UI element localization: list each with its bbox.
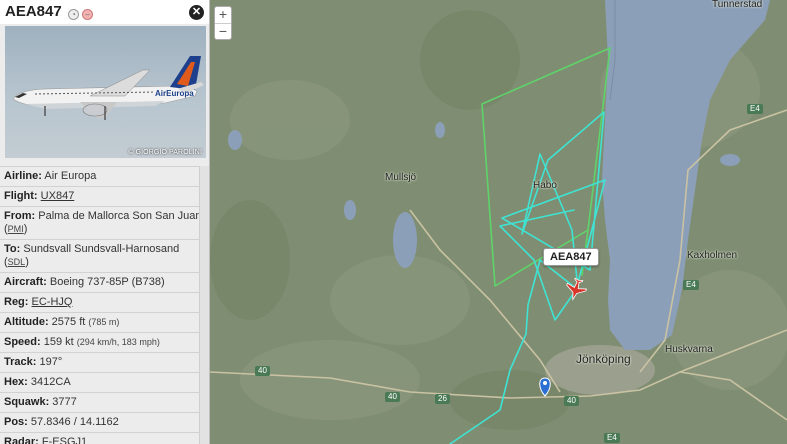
- close-button[interactable]: ✕: [189, 5, 204, 20]
- flight-callsign-title: AEA847: [5, 3, 62, 20]
- speed-row: Speed: 159 kt (294 km/h, 183 mph): [0, 332, 209, 352]
- flight-info-panel: AEA847 ◔ – ✕ AirEuropa © GIORGIO PAROLIN…: [0, 0, 210, 444]
- destination-code-link[interactable]: SDL: [8, 257, 26, 267]
- zoom-in-button[interactable]: +: [215, 7, 231, 23]
- road-40-c: 40: [564, 396, 579, 406]
- town-jonkoping: Jönköping: [576, 352, 631, 366]
- town-huskvarna: Huskvarna: [665, 344, 713, 355]
- map-canvas: [210, 0, 787, 444]
- town-mullsjo: Mullsjö: [385, 172, 417, 183]
- from-row: From: Palma de Mallorca Son San Juan (PM…: [0, 206, 209, 239]
- flight-number-link[interactable]: UX847: [41, 190, 75, 202]
- aircraft-row: Aircraft: Boeing 737-85P (B738): [0, 272, 209, 292]
- squawk-row: Squawk: 3777: [0, 392, 209, 412]
- position-value: 57.8346 / 14.1162: [30, 416, 119, 428]
- panel-header: AEA847 ◔ – ✕: [0, 0, 209, 24]
- speed-value: 159 kt: [43, 336, 74, 348]
- aircraft-callsign-label[interactable]: AEA847: [543, 248, 599, 266]
- town-habo: Habo: [533, 180, 557, 191]
- airline-value: Air Europa: [44, 170, 97, 182]
- panel-scroll-strip[interactable]: [199, 166, 209, 444]
- photo-credit: © GIORGIO PAROLINI: [128, 149, 202, 156]
- squawk-value: 3777: [52, 396, 77, 408]
- road-e4-mid: E4: [683, 280, 699, 290]
- livery-text: AirEuropa: [155, 89, 194, 98]
- origin-code-link[interactable]: PMI: [8, 224, 24, 234]
- road-40-b: 40: [385, 392, 400, 402]
- altitude-value: 2575 ft: [51, 316, 86, 328]
- flight-details: Airline: Air Europa Flight: UX847 From: …: [0, 166, 209, 444]
- radar-row: Radar: F-ESGJ1: [0, 432, 209, 444]
- track-row: Track: 197°: [0, 352, 209, 372]
- zoom-control: + −: [214, 6, 232, 40]
- registration-row: Reg: EC-HJQ: [0, 292, 209, 312]
- flight-row: Flight: UX847: [0, 186, 209, 206]
- registration-link[interactable]: EC-HJQ: [32, 296, 73, 308]
- aircraft-photo-image: AirEuropa: [12, 56, 204, 120]
- destination-value: Sundsvall Sundsvall-Harnosand (: [4, 243, 180, 268]
- altitude-metric: (785 m): [88, 317, 120, 327]
- position-row: Pos: 57.8346 / 14.1162: [0, 412, 209, 432]
- hex-row: Hex: 3412CA: [0, 372, 209, 392]
- road-e4-top: E4: [747, 104, 763, 114]
- airline-row: Airline: Air Europa: [0, 166, 209, 186]
- aircraft-photo[interactable]: AirEuropa © GIORGIO PAROLINI: [5, 26, 206, 158]
- hex-value: 3412CA: [30, 376, 71, 388]
- town-tunnerstad: Tunnerstad: [712, 0, 763, 10]
- road-e4-bottom: E4: [604, 433, 620, 443]
- info-icon[interactable]: ◔: [68, 9, 79, 20]
- remove-icon[interactable]: –: [82, 9, 93, 20]
- to-row: To: Sundsvall Sundsvall-Harnosand (SDL): [0, 239, 209, 272]
- flight-map[interactable]: + − Tunnerstad Mullsjö Habo Kaxholmen Jö…: [210, 0, 787, 444]
- aircraft-value: Boeing 737-85P (B738): [49, 276, 165, 288]
- road-26: 26: [435, 394, 450, 404]
- altitude-row: Altitude: 2575 ft (785 m): [0, 312, 209, 332]
- track-value: 197°: [39, 356, 63, 368]
- zoom-out-button[interactable]: −: [215, 23, 231, 39]
- town-kaxholmen: Kaxholmen: [687, 250, 738, 261]
- radar-value: F-ESGJ1: [41, 436, 88, 444]
- speed-alt: (294 km/h, 183 mph): [76, 337, 160, 347]
- road-40-a: 40: [255, 366, 270, 376]
